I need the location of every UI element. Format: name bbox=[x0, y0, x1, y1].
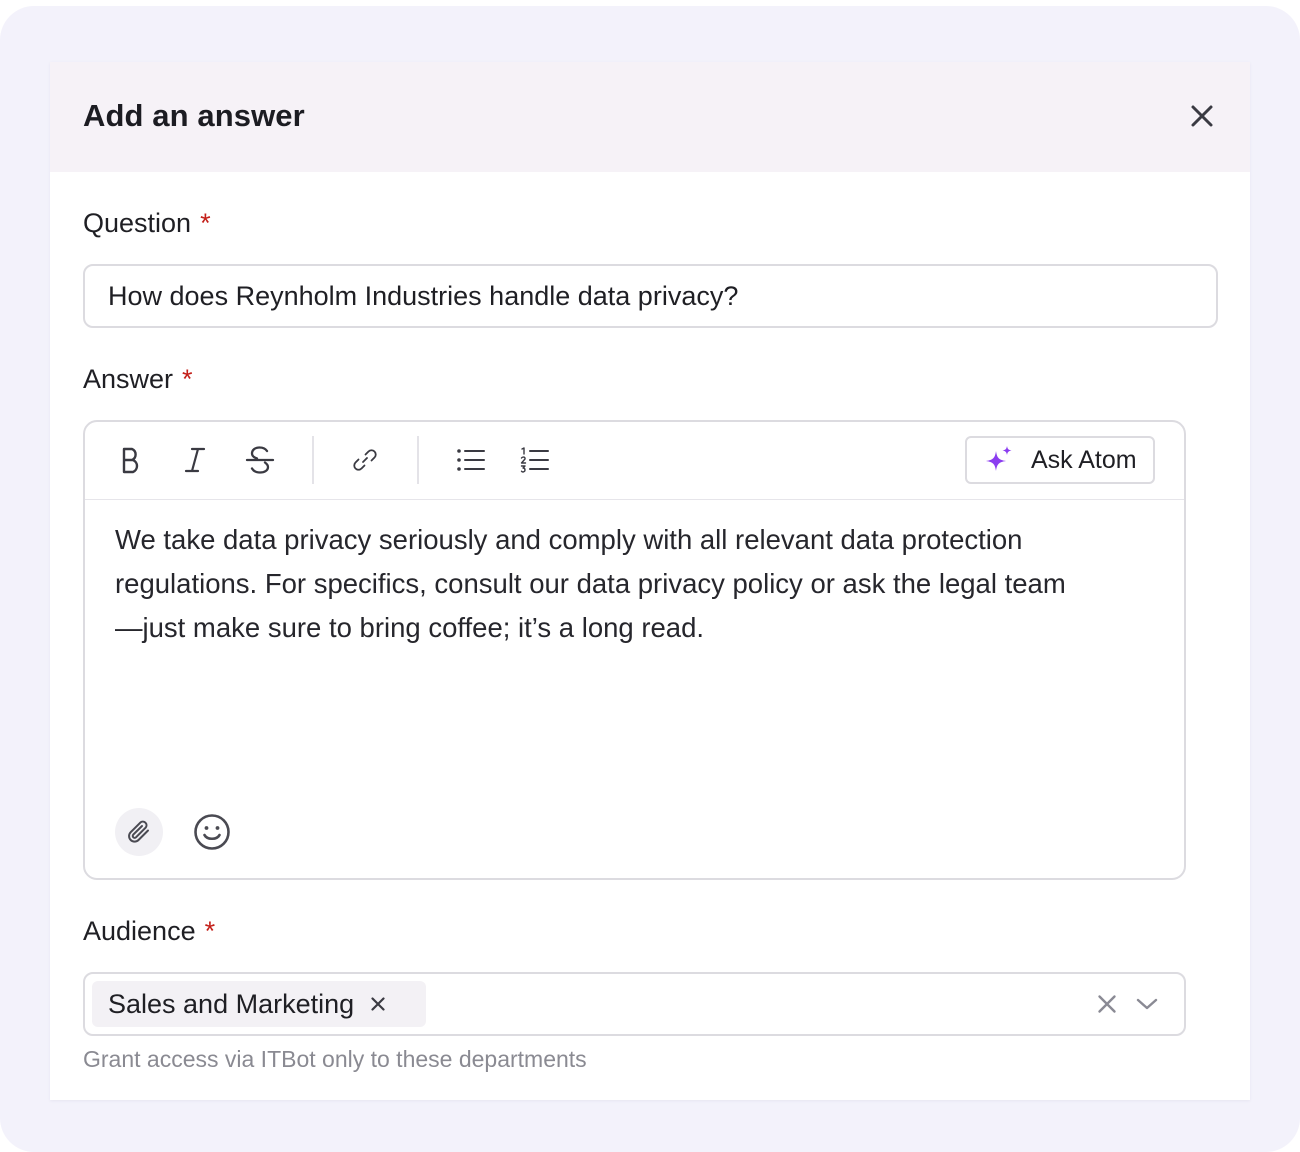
link-button[interactable] bbox=[345, 440, 385, 480]
ask-atom-label: Ask Atom bbox=[1031, 445, 1137, 474]
audience-label: Audience * bbox=[83, 916, 215, 947]
dropdown-toggle-button[interactable] bbox=[1133, 992, 1161, 1016]
audience-select[interactable]: Sales and Marketing bbox=[83, 972, 1186, 1036]
numbered-list-button[interactable] bbox=[515, 440, 555, 480]
paperclip-icon bbox=[128, 820, 149, 843]
smiley-icon bbox=[194, 814, 230, 850]
attach-file-button[interactable] bbox=[115, 808, 163, 856]
sparkle-icon bbox=[986, 446, 1012, 471]
close-icon bbox=[371, 997, 385, 1011]
answer-text-line: —just make sure to bring coffee; it’s a … bbox=[115, 612, 705, 643]
ask-atom-button[interactable]: Ask Atom bbox=[965, 436, 1155, 484]
toolbar-divider bbox=[312, 436, 314, 484]
answer-text-line: We take data privacy seriously and compl… bbox=[115, 524, 1023, 555]
answer-textarea[interactable]: We take data privacy seriously and compl… bbox=[115, 518, 1165, 650]
italic-icon bbox=[184, 447, 206, 473]
italic-button[interactable] bbox=[175, 440, 215, 480]
answer-required-mark: * bbox=[182, 364, 193, 394]
bullet-list-icon bbox=[457, 449, 485, 471]
strikethrough-button[interactable] bbox=[240, 440, 280, 480]
bullet-list-button[interactable] bbox=[451, 440, 491, 480]
close-button[interactable] bbox=[1186, 100, 1218, 132]
answer-editor: Ask Atom We take data privacy seriously … bbox=[83, 420, 1186, 880]
emoji-button[interactable] bbox=[190, 810, 234, 854]
answer-label-text: Answer bbox=[83, 364, 174, 394]
answer-label: Answer * bbox=[83, 364, 193, 395]
clear-icon bbox=[1098, 995, 1116, 1013]
editor-toolbar: Ask Atom bbox=[85, 422, 1184, 500]
audience-helper-text: Grant access via ITBot only to these dep… bbox=[83, 1046, 587, 1072]
audience-chip-label: Sales and Marketing bbox=[108, 988, 355, 1019]
audience-label-text: Audience bbox=[83, 916, 196, 946]
numbered-list-icon bbox=[520, 447, 549, 473]
question-required-mark: * bbox=[200, 208, 211, 238]
link-icon bbox=[353, 449, 377, 471]
strikethrough-icon bbox=[245, 446, 275, 474]
question-input[interactable] bbox=[83, 264, 1218, 328]
bold-button[interactable] bbox=[111, 440, 151, 480]
question-label-text: Question bbox=[83, 208, 192, 238]
toolbar-divider bbox=[417, 436, 419, 484]
bold-icon bbox=[122, 447, 139, 474]
modal-title: Add an answer bbox=[83, 98, 305, 133]
clear-selection-button[interactable] bbox=[1095, 992, 1119, 1016]
add-answer-modal: Add an answer Question * Answer * bbox=[50, 62, 1250, 1100]
audience-required-mark: * bbox=[204, 916, 216, 946]
answer-text-line: regulations. For specifics, consult our … bbox=[115, 568, 1066, 599]
audience-chip: Sales and Marketing bbox=[92, 981, 426, 1027]
chip-remove-button[interactable] bbox=[368, 994, 388, 1014]
close-icon bbox=[1191, 105, 1213, 127]
chevron-down-icon bbox=[1136, 998, 1158, 1010]
question-label: Question * bbox=[83, 208, 211, 239]
modal-header: Add an answer bbox=[50, 62, 1250, 172]
